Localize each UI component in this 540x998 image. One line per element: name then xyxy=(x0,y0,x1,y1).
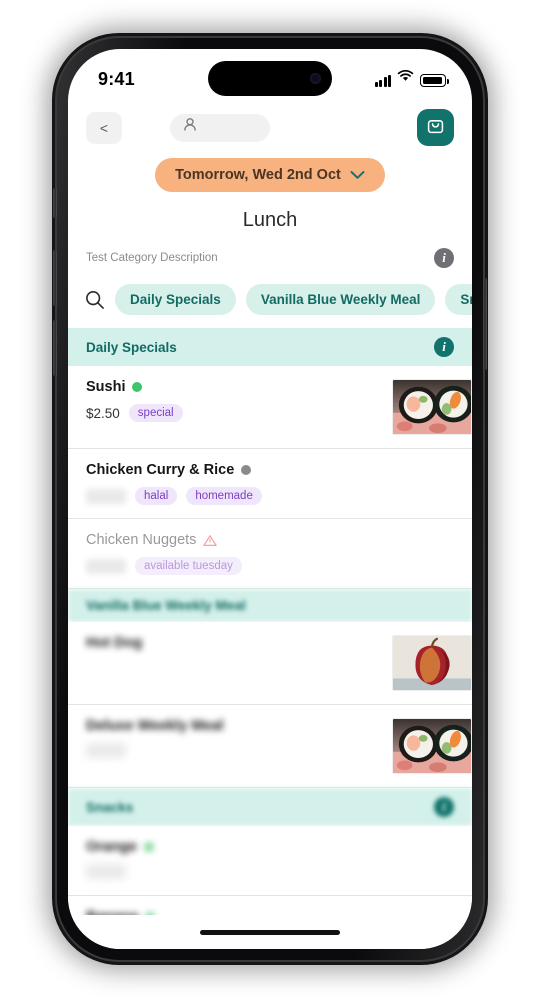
phone-screen: 9:41 < Tomorrow, Wed 2nd Oct Lunch Test … xyxy=(68,49,472,949)
account-pill[interactable] xyxy=(170,113,270,142)
person-icon xyxy=(181,116,199,139)
menu-item-price: $0.00 xyxy=(86,558,126,574)
menu-item[interactable]: Chicken Curry & Rice $0.00 halal homemade xyxy=(68,449,472,519)
menu-item[interactable]: Chicken Nuggets $0.00 available tuesday xyxy=(68,519,472,589)
menu-item-details: Sushi $2.50 special xyxy=(86,379,392,422)
menu-item-details: Chicken Curry & Rice $0.00 halal homemade xyxy=(86,462,472,505)
menu-item-price: $2.50 xyxy=(86,405,120,421)
section-header: Snacks i xyxy=(68,788,472,826)
shopping-bag-icon xyxy=(426,116,445,140)
filter-chip[interactable]: Daily Specials xyxy=(115,284,236,315)
menu-item-details: Deluxe Weekly Meal $0.00 xyxy=(86,718,392,758)
sushi-photo xyxy=(392,718,472,774)
menu-item-name-row: Banana xyxy=(86,909,462,915)
warning-triangle-icon xyxy=(203,534,218,547)
section-header: Daily Specials i xyxy=(68,328,472,366)
section-header: Vanilla Blue Weekly Meal xyxy=(68,589,472,622)
green-dot-icon xyxy=(145,912,156,915)
date-selector-row: Tomorrow, Wed 2nd Oct xyxy=(68,158,472,192)
menu-item-details: Orange $0.00 xyxy=(86,839,472,879)
filter-chip[interactable]: Snacks xyxy=(445,284,472,315)
filter-chip[interactable]: Vanilla Blue Weekly Meal xyxy=(245,284,436,315)
power-button[interactable] xyxy=(483,278,487,370)
wifi-icon xyxy=(397,69,414,87)
menu-item-name-row: Deluxe Weekly Meal xyxy=(86,718,382,734)
chevron-down-icon xyxy=(350,170,365,180)
menu-item-name-row: Hot Dog xyxy=(86,635,382,651)
menu-item-meta-row: $0.00 xyxy=(86,864,462,879)
sushi-photo xyxy=(392,379,472,435)
volume-down-button[interactable] xyxy=(53,320,57,376)
menu-item-name-row: Orange xyxy=(86,839,462,855)
menu-item-name-row: Sushi xyxy=(86,379,382,395)
filter-chips-scroller[interactable]: Daily Specials Vanilla Blue Weekly Meal Sn… xyxy=(115,284,472,315)
status-bar: 9:41 xyxy=(68,49,472,103)
home-indicator-area xyxy=(68,915,472,949)
menu-item-name: Hot Dog xyxy=(86,635,143,651)
menu-item-tag: halal xyxy=(135,487,178,505)
menu-item-name: Banana xyxy=(86,909,138,915)
filter-bar: Daily Specials Vanilla Blue Weekly Meal Sn… xyxy=(68,268,472,328)
menu-item-name: Sushi xyxy=(86,379,126,395)
menu-item-name-row: Chicken Curry & Rice xyxy=(86,462,462,478)
phone-frame: 9:41 < Tomorrow, Wed 2nd Oct Lunch Test … xyxy=(53,38,487,960)
menu-item-name: Chicken Curry & Rice xyxy=(86,462,235,478)
menu-list[interactable]: Daily Specials i Sushi $2.50 special Chicken… xyxy=(68,328,472,915)
menu-item[interactable]: Orange $0.00 xyxy=(68,826,472,896)
back-button[interactable]: < xyxy=(86,111,122,144)
menu-item-tag: homemade xyxy=(186,487,262,505)
menu-item[interactable]: Banana$0.00 xyxy=(68,896,472,915)
menu-item[interactable]: Sushi $2.50 special xyxy=(68,366,472,449)
silent-switch-button[interactable] xyxy=(53,188,57,218)
green-dot-icon xyxy=(143,842,154,852)
page-title: Lunch xyxy=(242,209,298,231)
menu-item-tag: special xyxy=(128,404,183,422)
front-camera-icon xyxy=(310,73,321,84)
menu-item-details: Banana$0.00 xyxy=(86,909,472,915)
menu-item-details: Chicken Nuggets $0.00 available tuesday xyxy=(86,532,472,575)
cellular-signal-icon xyxy=(374,75,391,87)
status-time: 9:41 xyxy=(98,68,135,89)
section-title: Daily Specials xyxy=(86,339,177,355)
menu-item-meta-row: $2.50 special xyxy=(86,404,382,422)
volume-up-button[interactable] xyxy=(53,250,57,306)
status-indicators xyxy=(374,69,449,87)
menu-item-price: $0.00 xyxy=(86,488,126,504)
section-title: Vanilla Blue Weekly Meal xyxy=(86,598,246,613)
menu-item-name: Orange xyxy=(86,839,137,855)
category-description: Test Category Description xyxy=(86,252,218,264)
green-dot-icon xyxy=(132,382,143,392)
menu-item-meta-row: $0.00 available tuesday xyxy=(86,557,462,575)
info-icon[interactable]: i xyxy=(434,248,454,268)
menu-item[interactable]: Deluxe Weekly Meal $0.00 xyxy=(68,705,472,788)
dynamic-island xyxy=(208,61,332,96)
info-icon[interactable]: i xyxy=(434,337,454,357)
menu-item-name-row: Chicken Nuggets xyxy=(86,532,462,548)
menu-item[interactable]: Hot Dog xyxy=(68,622,472,705)
menu-item-tag: available tuesday xyxy=(135,557,242,575)
menu-item-price: $0.00 xyxy=(86,743,126,758)
home-indicator[interactable] xyxy=(200,929,340,935)
menu-item-meta-row: $0.00 halal homemade xyxy=(86,487,462,505)
battery-icon xyxy=(420,74,449,87)
menu-item-name: Chicken Nuggets xyxy=(86,532,197,548)
menu-item-name: Deluxe Weekly Meal xyxy=(86,718,224,734)
date-selector-label: Tomorrow, Wed 2nd Oct xyxy=(175,167,341,183)
cart-button[interactable] xyxy=(417,109,454,146)
menu-item-meta-row: $0.00 xyxy=(86,743,382,758)
menu-item-price: $0.00 xyxy=(86,864,126,879)
gray-dot-icon xyxy=(241,465,252,475)
apple-photo xyxy=(392,635,472,691)
navigation-bar: < xyxy=(68,103,472,146)
section-title: Snacks xyxy=(86,799,134,815)
info-icon[interactable]: i xyxy=(434,797,454,817)
search-icon[interactable] xyxy=(84,289,105,310)
menu-item-details: Hot Dog xyxy=(86,635,392,651)
category-description-row: Test Category Description i xyxy=(68,232,472,268)
date-selector-button[interactable]: Tomorrow, Wed 2nd Oct xyxy=(155,158,385,192)
